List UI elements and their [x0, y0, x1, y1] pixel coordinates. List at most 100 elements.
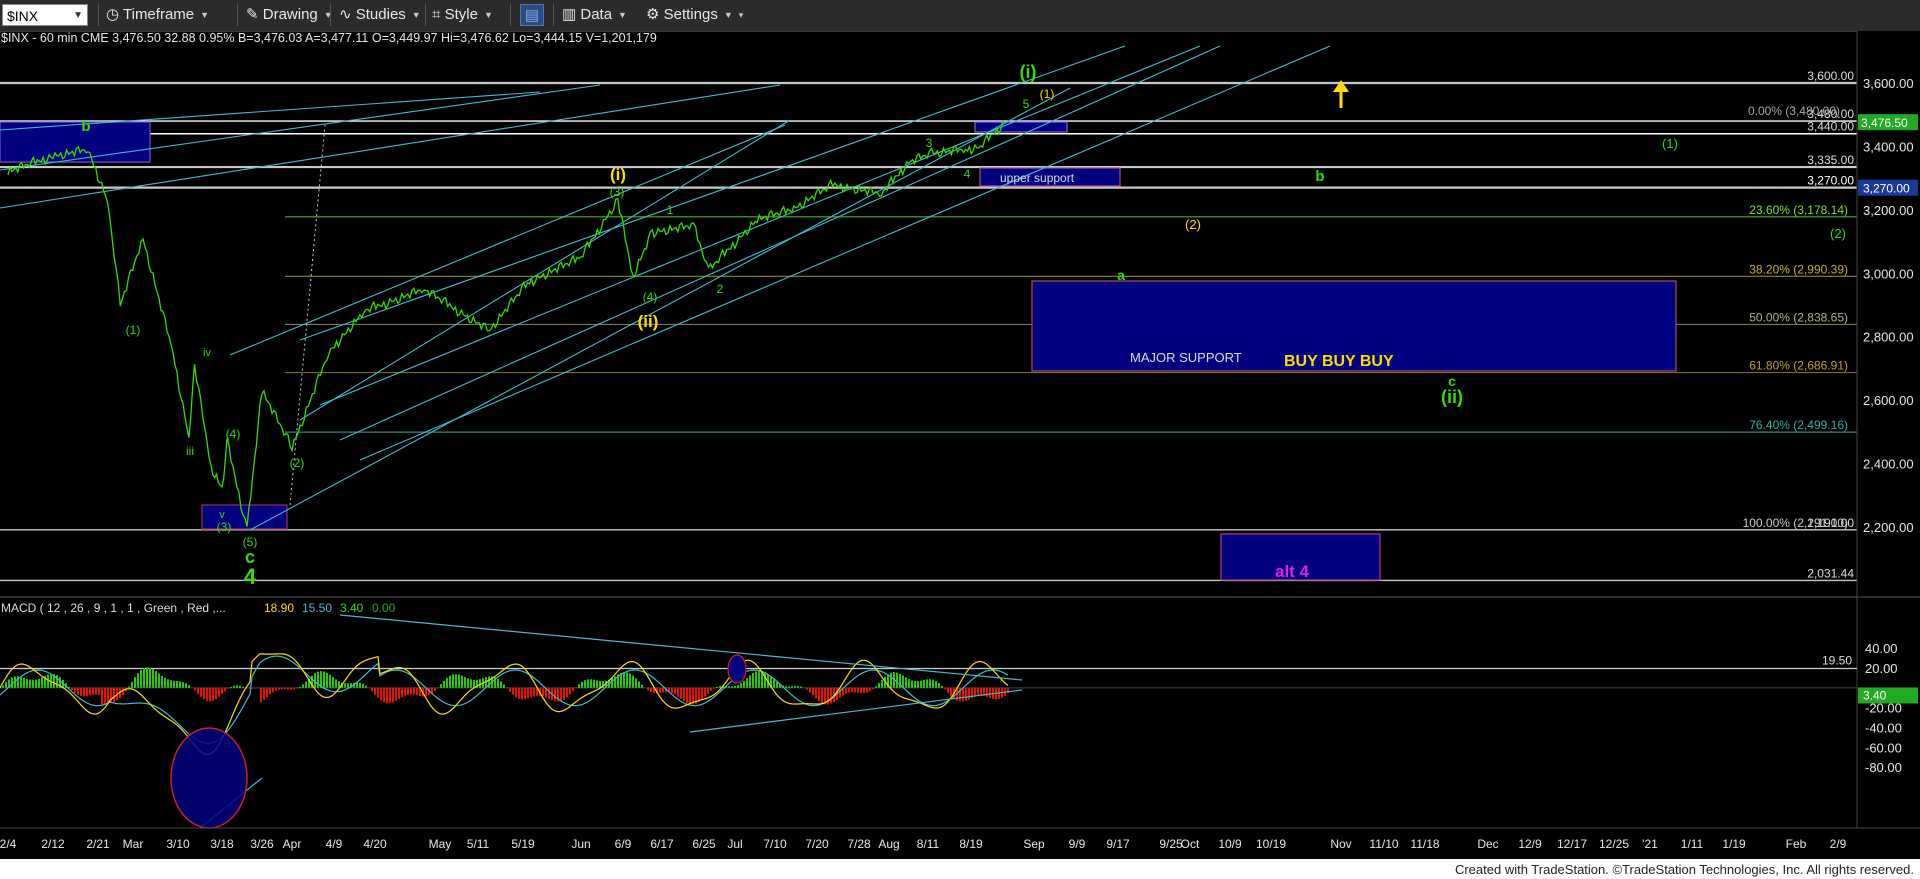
date-axis-tick: Aug [878, 837, 899, 851]
macd-histogram-bar [860, 687, 862, 694]
macd-histogram-bar [488, 676, 490, 688]
macd-axis-tick: 20.00 [1865, 661, 1898, 676]
wave-label: 4 [244, 564, 257, 589]
macd-histogram-bar [203, 687, 205, 700]
macd-axis-tick: -80.00 [1865, 760, 1902, 775]
macd-axis-tick: 40.00 [1865, 641, 1898, 656]
macd-histogram-bar [716, 686, 718, 688]
macd-histogram-bar [962, 687, 964, 702]
date-axis-tick: 10/9 [1218, 837, 1242, 851]
macd-histogram-bar [710, 687, 712, 691]
wave-label: (ii) [1441, 387, 1463, 407]
projection-line [289, 124, 326, 506]
macd-histogram-bar [281, 687, 283, 690]
macd-histogram-bar [269, 687, 271, 695]
macd-histogram-bar [290, 687, 292, 690]
fib-level-label: 38.20% (2,990.39) [1749, 262, 1848, 276]
macd-histogram-bar [401, 687, 403, 698]
macd-histogram-bar [89, 687, 91, 696]
macd-value: 0.00 [372, 601, 396, 615]
macd-histogram-bar [815, 687, 817, 699]
macd-histogram-bar [86, 687, 88, 697]
macd-histogram-bar [788, 686, 790, 688]
macd-histogram-bar [200, 687, 202, 697]
macd-histogram-bar [524, 687, 526, 700]
macd-histogram-bar [377, 687, 379, 698]
macd-histogram-bar [566, 687, 568, 698]
date-axis-tick: Jul [727, 837, 742, 851]
macd-histogram-bar [659, 687, 661, 693]
macd-histogram-bar [317, 671, 319, 688]
macd-histogram-bar [773, 679, 775, 688]
macd-histogram-bar [173, 680, 175, 688]
macd-histogram-bar [20, 676, 22, 688]
macd-histogram-bar [296, 687, 298, 689]
macd-histogram-bar [812, 687, 814, 696]
date-axis-tick: 4/9 [326, 837, 343, 851]
date-axis-tick: 5/11 [467, 837, 490, 851]
macd-histogram-bar [302, 684, 304, 688]
macd-histogram-bar [221, 687, 223, 695]
macd-histogram-bar [929, 679, 931, 688]
macd-histogram-bar [560, 687, 562, 702]
macd-histogram-bar [503, 684, 505, 688]
fib-level-label: 100.00% (2,191.00) [1743, 516, 1848, 530]
macd-histogram-bar [254, 687, 256, 689]
macd-histogram-bar [29, 679, 31, 688]
macd-histogram-bar [137, 673, 139, 688]
macd-histogram-bar [284, 687, 286, 690]
macd-divergence-circle [727, 654, 747, 684]
macd-histogram-bar [305, 681, 307, 688]
macd-histogram-bar [362, 683, 364, 688]
macd-histogram-bar [77, 687, 79, 695]
macd-histogram-bar [881, 679, 883, 688]
date-axis-tick: Jun [571, 837, 590, 851]
macd-histogram-bar [395, 687, 397, 701]
macd-histogram-bar [905, 677, 907, 688]
macd-histogram-bar [818, 687, 820, 702]
macd-histogram-bar [683, 687, 685, 702]
macd-histogram-bar [638, 681, 640, 688]
date-axis-tick: Dec [1477, 837, 1498, 851]
date-axis-tick: 8/11 [917, 837, 940, 851]
macd-histogram-bar [230, 686, 232, 688]
wave-label: 2 [717, 282, 724, 296]
macd-histogram-bar [473, 679, 475, 688]
macd-histogram-bar [530, 687, 532, 698]
macd-histogram-bar [434, 687, 436, 691]
macd-histogram-bar [509, 687, 511, 692]
macd-histogram-bar [968, 687, 970, 700]
macd-histogram-bar [542, 687, 544, 697]
macd-histogram-bar [98, 687, 100, 695]
macd-histogram-bar [197, 687, 199, 694]
macd-histogram-bar [263, 687, 265, 700]
macd-histogram-bar [977, 687, 979, 697]
wave-label: iv [203, 347, 211, 359]
macd-histogram-bar [170, 680, 172, 688]
macd-histogram-bar [611, 678, 613, 688]
macd-histogram-bar [890, 672, 892, 688]
wave-label: 5 [1023, 97, 1030, 111]
macd-divergence-circle [170, 727, 248, 829]
macd-histogram-bar [371, 687, 373, 692]
wave-label: (4) [643, 290, 658, 304]
fib-level-label: 0.00% (3,480.00) [1748, 104, 1840, 118]
date-axis-tick: Sep [1023, 837, 1045, 851]
macd-histogram-bar [680, 687, 682, 699]
price-chart[interactable]: 3,600.00 3,400.00 3,200.00 3,000.00 2,800.00… [0, 0, 1920, 859]
macd-histogram-bar [569, 687, 571, 695]
macd-histogram-bar [875, 686, 877, 688]
macd-histogram-bar [863, 687, 865, 694]
macd-histogram-bar [806, 687, 808, 690]
macd-histogram-bar [950, 687, 952, 697]
wave-label: 4 [964, 167, 971, 181]
macd-histogram-bar [461, 675, 463, 688]
macd-histogram-bar [866, 687, 868, 693]
macd-histogram-bar [413, 687, 415, 695]
macd-histogram-bar [452, 674, 454, 688]
macd-histogram-bar [848, 687, 850, 693]
macd-histogram-bar [209, 687, 211, 702]
date-axis-tick: 2/4 [0, 837, 17, 851]
macd-histogram-bar [590, 679, 592, 688]
date-axis-tick: '21 [1642, 837, 1658, 851]
